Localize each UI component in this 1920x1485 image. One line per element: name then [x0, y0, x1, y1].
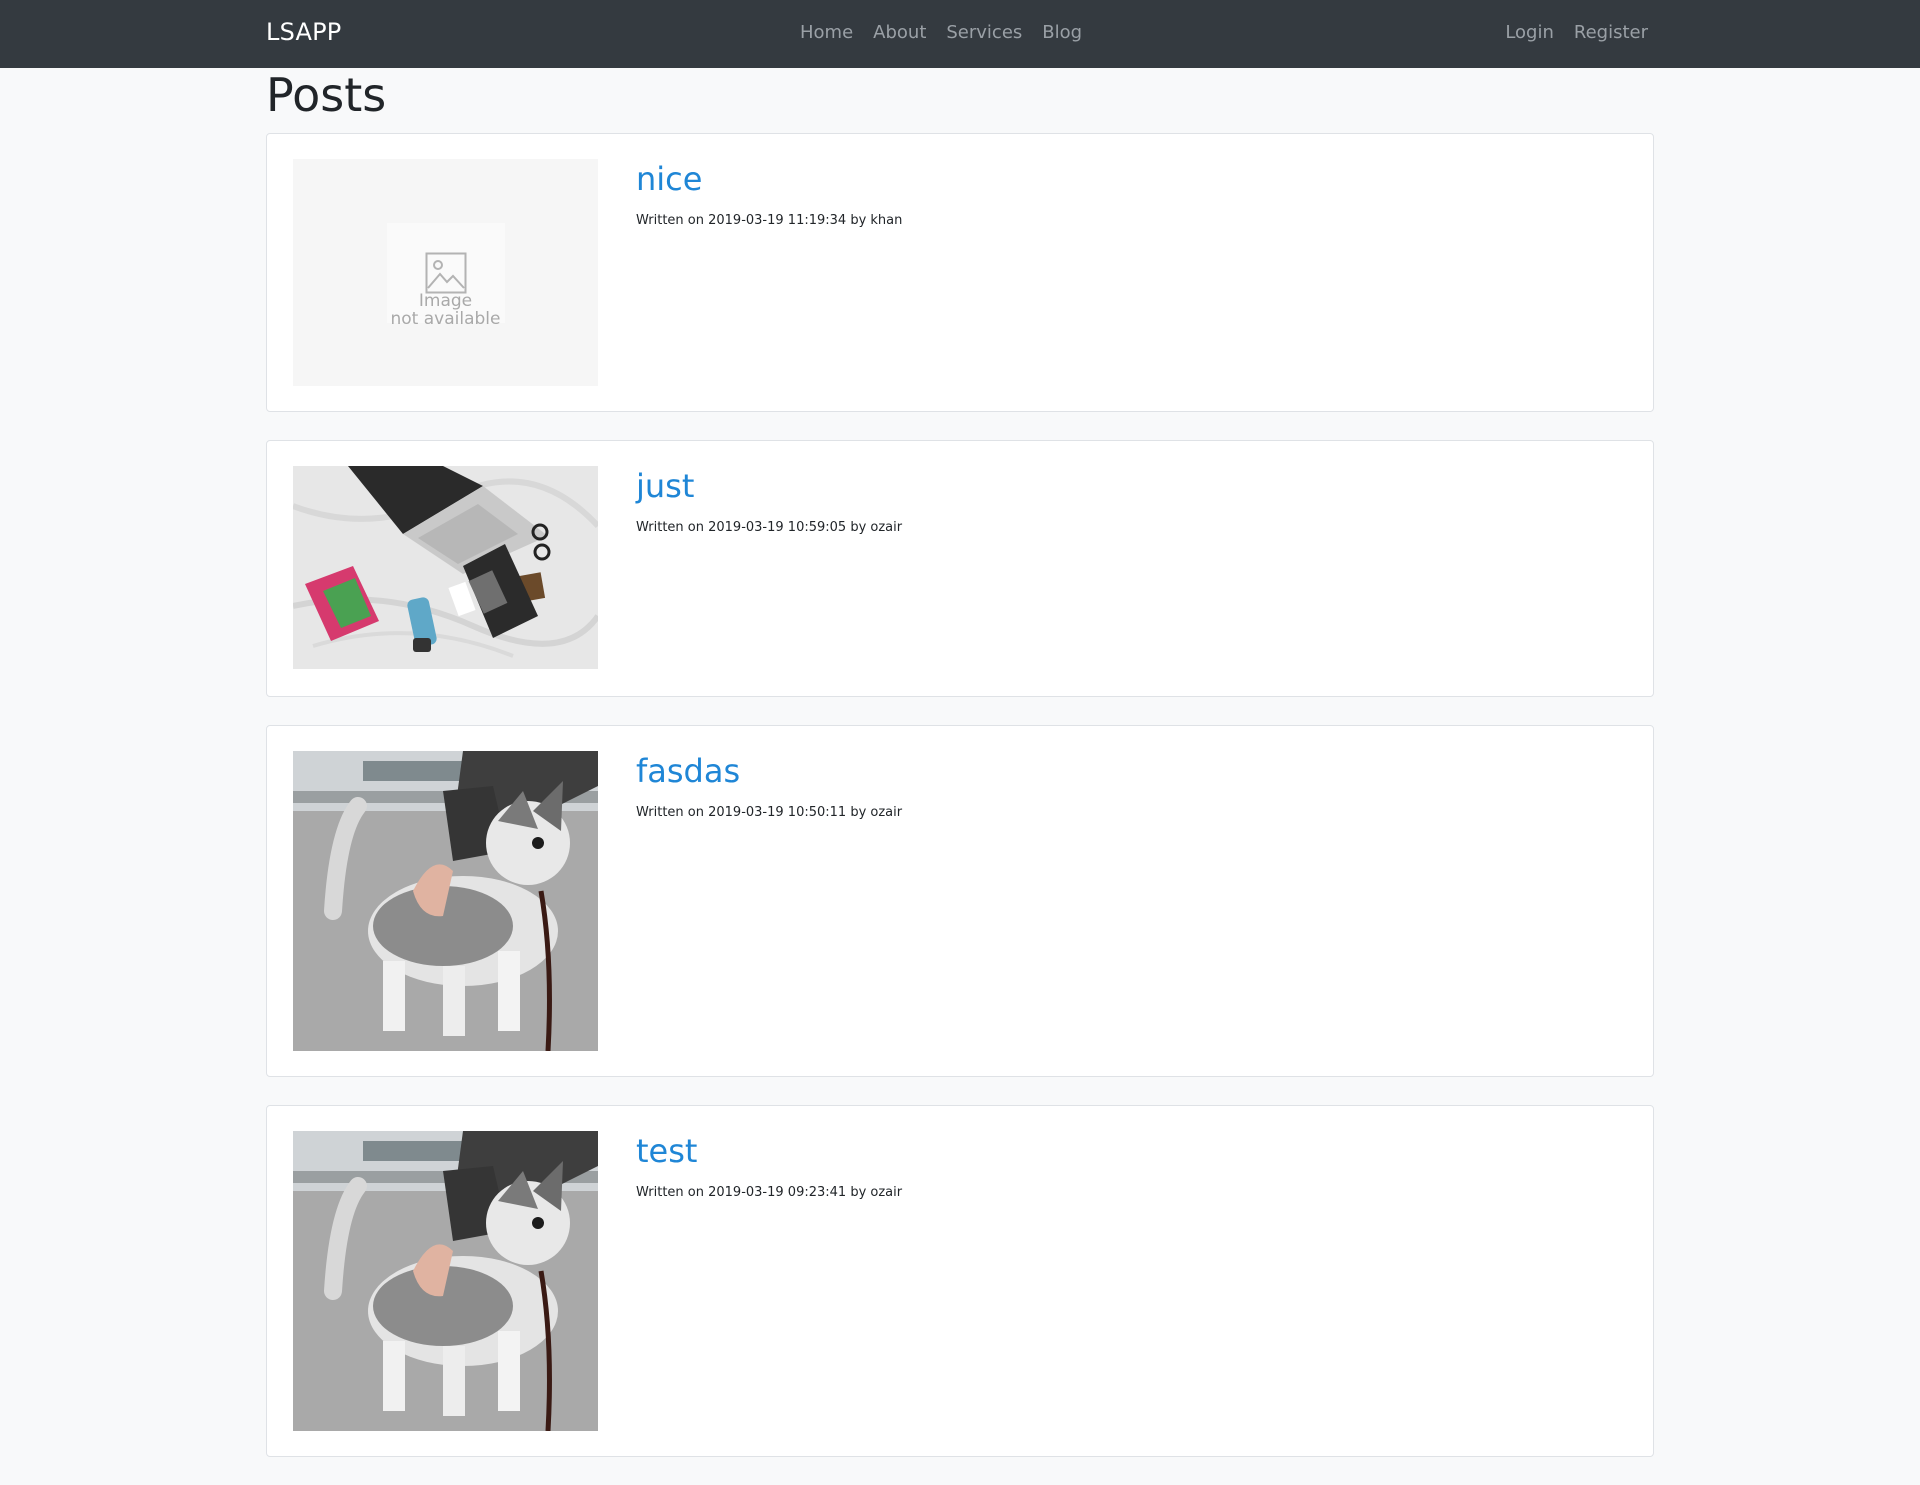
navbar: LSAPP Home About Services Blog Login Reg…	[0, 0, 1920, 68]
laptop-desk-photo	[293, 466, 598, 669]
post-body: just Written on 2019-03-19 10:59:05 by o…	[636, 466, 902, 671]
nav-about[interactable]: About	[863, 22, 936, 43]
post-meta: Written on 2019-03-19 09:23:41 by ozair	[636, 1185, 903, 1200]
nav-register[interactable]: Register	[1564, 22, 1658, 43]
post-meta: Written on 2019-03-19 10:59:05 by ozair	[636, 520, 903, 535]
post-image[interactable]: Image not available	[293, 159, 598, 386]
image-caption-2: not available	[390, 308, 501, 329]
post-card: test Written on 2019-03-19 09:23:41 by o…	[266, 1105, 1654, 1457]
brand-link[interactable]: LSAPP	[266, 18, 341, 46]
post-image[interactable]	[293, 751, 598, 1051]
post-title-link[interactable]: just	[636, 466, 902, 506]
husky-puppy-photo	[293, 1131, 598, 1431]
post-title-link[interactable]: fasdas	[636, 751, 902, 791]
post-meta: Written on 2019-03-19 10:50:11 by ozair	[636, 805, 903, 820]
nav-login[interactable]: Login	[1495, 22, 1564, 43]
post-body: nice Written on 2019-03-19 11:19:34 by k…	[636, 159, 902, 386]
post-card: just Written on 2019-03-19 10:59:05 by o…	[266, 440, 1654, 697]
post-title-link[interactable]: nice	[636, 159, 902, 199]
husky-puppy-photo	[293, 751, 598, 1051]
image-placeholder	[293, 159, 598, 386]
nav-home[interactable]: Home	[790, 22, 863, 43]
post-body: test Written on 2019-03-19 09:23:41 by o…	[636, 1131, 902, 1431]
post-card: Image not available nice Written on 2019…	[266, 133, 1654, 412]
main-nav: Home About Services Blog	[790, 22, 1092, 43]
nav-blog[interactable]: Blog	[1032, 22, 1092, 43]
post-title-link[interactable]: test	[636, 1131, 902, 1171]
post-card: fasdas Written on 2019-03-19 10:50:11 by…	[266, 725, 1654, 1077]
page-title: Posts	[266, 68, 387, 122]
image-icon	[425, 252, 466, 293]
nav-services[interactable]: Services	[936, 22, 1032, 43]
post-body: fasdas Written on 2019-03-19 10:50:11 by…	[636, 751, 902, 1051]
post-meta: Written on 2019-03-19 11:19:34 by khan	[636, 213, 903, 228]
post-image[interactable]	[293, 1131, 598, 1431]
post-image[interactable]	[293, 466, 598, 669]
auth-nav: Login Register	[1495, 22, 1658, 43]
post-list: Image not available nice Written on 2019…	[266, 133, 1654, 1485]
